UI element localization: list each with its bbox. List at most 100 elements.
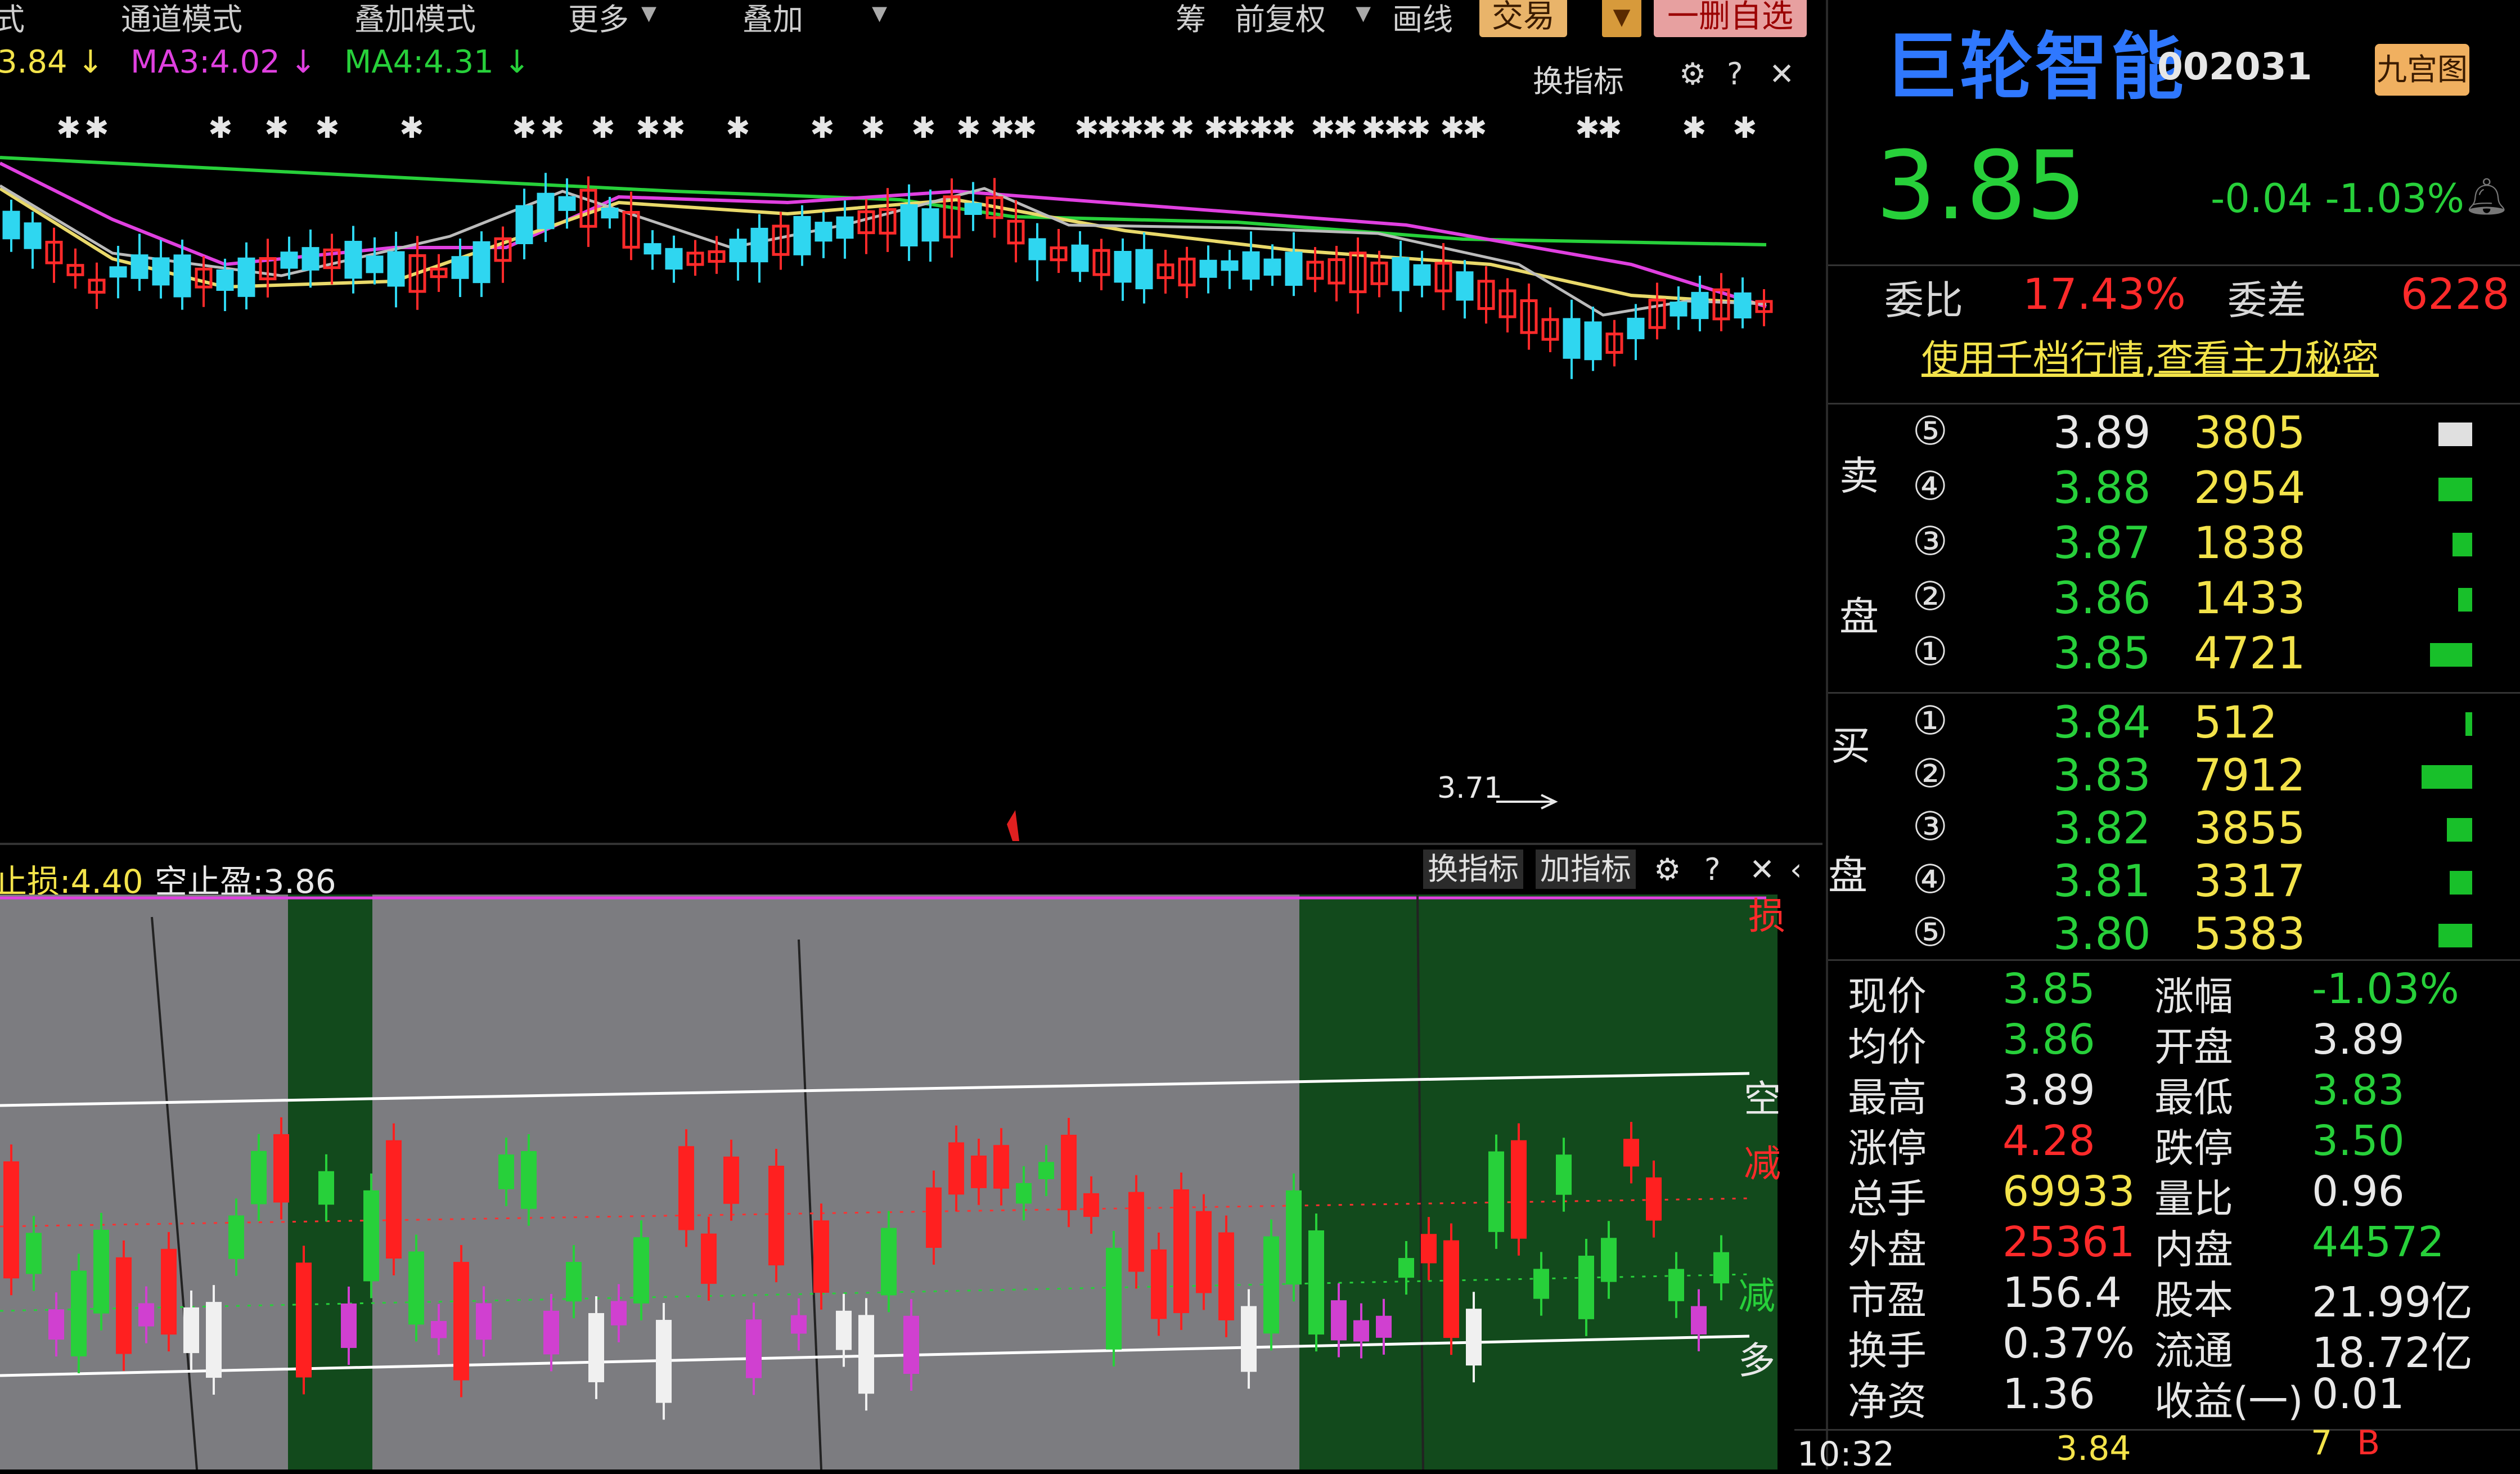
sell-row[interactable]: ① 3.85 4721 [1828, 628, 2520, 682]
menu-item-chip[interactable]: 筹 [1176, 0, 1206, 39]
menu-item-overlay-mode[interactable]: 叠加模式 [354, 0, 476, 39]
stat-label: 流通 [2154, 1328, 2233, 1374]
stat-value: 1.36 [2002, 1370, 2095, 1418]
signal-marker: ✱ [1204, 111, 1228, 145]
candle-body [366, 255, 384, 273]
buy-row[interactable]: ③ 3.82 3855 [1828, 803, 2520, 857]
signal-marker: ✱ [315, 111, 340, 145]
remove-watchlist-button[interactable]: 一删自选 [1654, 0, 1807, 37]
signal-marker: ✱ [1575, 111, 1600, 145]
sub-candle-body [1286, 1190, 1302, 1285]
sub-candle-body [1691, 1306, 1707, 1334]
stat-value: 0.37% [2002, 1319, 2135, 1368]
ma4-line [0, 156, 1767, 246]
signal-marker: ✱ [956, 111, 981, 145]
candle-body [1285, 251, 1303, 286]
signal-marker: ✱ [1271, 111, 1296, 145]
sub-candle-body [1083, 1193, 1099, 1217]
trade-button[interactable]: 交易 [1479, 0, 1567, 37]
candle-body [1221, 260, 1239, 271]
level-volume: 1433 [2194, 573, 2306, 624]
sub-candle-body [1061, 1135, 1077, 1211]
ma4-legend: MA4:4.31 ↓ [344, 44, 530, 80]
sub-candle-body [768, 1165, 784, 1266]
sell-row[interactable]: ③ 3.87 1838 [1828, 518, 2520, 572]
sub-candle-body [1443, 1240, 1459, 1338]
candle-body [515, 205, 533, 245]
sub-candle-body [341, 1303, 357, 1348]
signal-marker-row: ✱ ✱ ✱ ✱ ✱ ✱ ✱ ✱ ✱ ✱ ✱ ✱ ✱ ✱ ✱ ✱ ✱✱ ✱✱✱✱ ✱ ✱✱✱✱ ✱✱ ✱✱✱ ✱✱ ✱✱ ✱ ✱ [56, 111, 1757, 145]
main-candlestick-chart[interactable]: ✱ ✱ ✱ ✱ ✱ ✱ ✱ ✱ ✱ ✱ ✱ ✱ ✱ ✱ ✱ ✱ ✱✱ ✱✱✱✱ ✱ ✱✱✱✱ ✱✱ ✱✱✱ ✱✱ ✱✱ ✱ ✱ 3… [0, 96, 1811, 844]
add-indicator-button[interactable]: 加指标 [1536, 850, 1636, 889]
sub-gear-icon[interactable]: ⚙ [1654, 852, 1681, 887]
stat-label: 涨停 [1848, 1125, 1927, 1171]
sub-switch-indicator-button[interactable]: 换指标 [1423, 850, 1523, 889]
menu-item-more[interactable]: 更多 [568, 0, 629, 39]
candle-body [814, 222, 832, 242]
level-volume: 3317 [2194, 856, 2306, 907]
main-switch-indicator-button[interactable]: 换指标 [1533, 56, 1624, 101]
trade-dropdown-icon[interactable]: ▼ [1602, 0, 1641, 37]
candle-body [921, 208, 939, 242]
level-price: 3.81 [2053, 856, 2151, 907]
sub-candle-body [588, 1313, 604, 1382]
help-icon[interactable]: ? [1727, 56, 1743, 92]
sub-candle-body [543, 1310, 559, 1355]
sub-help-icon[interactable]: ? [1704, 852, 1721, 887]
sub-close-icon[interactable]: ✕ [1749, 852, 1775, 887]
candle-body [1456, 271, 1474, 301]
candle-body [24, 222, 42, 249]
buy-row[interactable]: ① 3.84 512 [1828, 698, 2520, 752]
stat-value: 3.50 [2312, 1117, 2405, 1165]
candle-body [601, 208, 619, 219]
signal-marker: ✱ [1311, 111, 1335, 145]
candle-body [1071, 244, 1089, 272]
collapse-panel-icon[interactable]: ‹ [1790, 852, 1802, 887]
overlay-caret-icon[interactable]: ▾ [872, 0, 887, 30]
sub-candle-body [1173, 1189, 1189, 1314]
buy-row[interactable]: ⑤ 3.80 5383 [1828, 909, 2520, 963]
buy-row[interactable]: ② 3.83 7912 [1828, 751, 2520, 805]
sub-candle-body [48, 1309, 64, 1340]
sub-candle-body [813, 1220, 829, 1293]
stat-label: 净资 [1848, 1378, 1927, 1424]
sell-row[interactable]: ⑤ 3.89 3805 [1828, 408, 2520, 462]
close-icon[interactable]: ✕ [1769, 56, 1794, 92]
candle-body [216, 269, 234, 291]
menu-item-adjust[interactable]: 前复权 [1235, 0, 1326, 39]
pane-divider[interactable] [0, 843, 1822, 845]
candle-body [152, 257, 170, 286]
sub-indicator-chart[interactable] [0, 895, 1778, 1469]
tick-volume: 7 [2311, 1423, 2333, 1463]
menu-item-channel-mode[interactable]: 通道模式 [121, 0, 242, 39]
gear-icon[interactable]: ⚙ [1679, 56, 1706, 92]
level-volume: 7912 [2194, 751, 2306, 801]
candle-body [1691, 291, 1709, 320]
sub-candle-body [1218, 1232, 1234, 1320]
more-caret-icon[interactable]: ▾ [641, 0, 656, 30]
stat-value: 156.4 [2002, 1269, 2122, 1317]
menu-item-overlay[interactable]: 叠加 [742, 0, 803, 39]
menu-item-mode[interactable]: 式 [0, 0, 25, 39]
level-index: ① [1912, 698, 1948, 744]
menu-item-draw[interactable]: 画线 [1392, 0, 1453, 39]
sub-candle-body [93, 1229, 109, 1314]
signal-marker: ✱ [1142, 111, 1167, 145]
sell-row[interactable]: ② 3.86 1433 [1828, 573, 2520, 627]
promo-link[interactable]: 使用千档行情,查看主力秘密 [1922, 329, 2379, 383]
sub-candle-body [633, 1237, 649, 1304]
commission-diff-value: 6228 [2401, 269, 2510, 319]
adjust-caret-icon[interactable]: ▾ [1356, 0, 1371, 30]
signal-marker: ✱ [1682, 111, 1707, 145]
sell-row[interactable]: ④ 3.88 2954 [1828, 463, 2520, 517]
stat-label: 市盈 [1848, 1277, 1927, 1323]
stat-value: 3.85 [2002, 965, 2095, 1013]
signal-marker: ✱ [810, 111, 835, 145]
buy-row[interactable]: ④ 3.81 3317 [1828, 856, 2520, 910]
bell-icon[interactable]: 🔔︎ [2464, 176, 2509, 218]
sub-candle-body [1533, 1269, 1549, 1299]
signal-marker: ✱ [591, 111, 615, 145]
level-index: ④ [1912, 463, 1948, 509]
nine-grid-button[interactable]: 九宫图 [2375, 44, 2469, 96]
signal-marker: ✱ [1170, 111, 1195, 145]
